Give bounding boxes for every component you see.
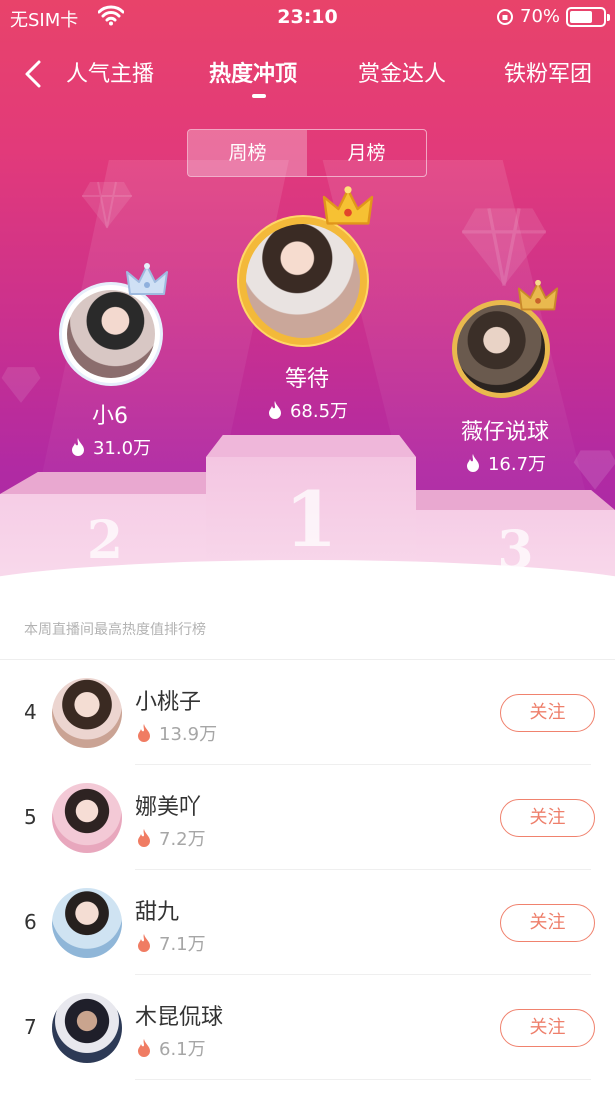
flame-icon xyxy=(138,724,150,742)
top3-name: 薇仔说球 xyxy=(460,420,549,445)
avatar[interactable] xyxy=(52,783,122,853)
crown-icon xyxy=(322,186,374,225)
heat-value: 13.9万 xyxy=(135,720,217,746)
anchor-name: 甜九 xyxy=(135,900,180,925)
rotation-lock-icon xyxy=(497,9,513,25)
avatar xyxy=(457,305,545,393)
avatar[interactable] xyxy=(52,993,122,1063)
status-bar: 无SIM卡 23:10 70% xyxy=(0,0,615,36)
top2-entry[interactable]: 小6 31.0万 xyxy=(40,263,180,460)
follow-button[interactable]: 关注 xyxy=(500,694,595,732)
battery-icon xyxy=(566,7,610,27)
flame-icon xyxy=(138,829,150,847)
anchor-name: 木昆侃球 xyxy=(135,1005,224,1030)
follow-button[interactable]: 关注 xyxy=(500,1009,595,1047)
heat-value: 6.1万 xyxy=(135,1035,206,1061)
chevron-left-icon[interactable] xyxy=(20,56,50,92)
ranking-description: 本周直播间最高热度值排行榜 xyxy=(24,622,206,638)
list-item[interactable]: 6 甜九 7.1万 关注 xyxy=(0,870,615,975)
avatar xyxy=(67,290,155,378)
hero-banner: 无SIM卡 23:10 70% 人气主播 热度冲顶 赏金达人 铁粉军团 周榜 月 xyxy=(0,0,615,600)
heat-value: 7.1万 xyxy=(135,930,206,956)
period-toggle: 周榜 月榜 xyxy=(187,129,427,177)
top-nav: 人气主播 热度冲顶 赏金达人 铁粉军团 xyxy=(0,50,615,100)
rank-number: 6 xyxy=(24,910,37,934)
curved-divider xyxy=(0,560,615,600)
rank-number: 5 xyxy=(24,805,37,829)
flame-icon xyxy=(268,401,281,419)
toggle-monthly[interactable]: 月榜 xyxy=(307,130,426,176)
rank-number: 7 xyxy=(24,1015,37,1039)
top1-entry[interactable]: 等待 68.5万 xyxy=(232,186,382,425)
podium-first-number: 1 xyxy=(284,475,338,564)
heat-value: 7.2万 xyxy=(135,825,206,851)
top3-entry[interactable]: 薇仔说球 16.7万 xyxy=(430,279,580,480)
top2-heat: 31.0万 xyxy=(40,434,180,460)
divider xyxy=(135,1079,591,1080)
crown-icon xyxy=(517,279,559,311)
tab-heat-top[interactable]: 热度冲顶 xyxy=(209,56,297,88)
list-item[interactable]: 4 小桃子 13.9万 关注 xyxy=(0,660,615,765)
top2-name: 小6 xyxy=(92,404,128,429)
diamond-decoration-icon xyxy=(1,367,41,403)
flame-icon xyxy=(138,1039,150,1057)
tab-iron-fans[interactable]: 铁粉军团 xyxy=(504,56,592,88)
flame-icon xyxy=(71,438,84,456)
follow-button[interactable]: 关注 xyxy=(500,904,595,942)
anchor-name: 小桃子 xyxy=(135,690,202,715)
tab-popular-anchor[interactable]: 人气主播 xyxy=(66,56,154,88)
top3-heat: 16.7万 xyxy=(430,450,580,476)
tab-bounty-master[interactable]: 赏金达人 xyxy=(358,56,446,88)
top1-name: 等待 xyxy=(284,367,329,392)
list-item[interactable]: 7 木昆侃球 6.1万 关注 xyxy=(0,975,615,1080)
rank-number: 4 xyxy=(24,700,37,724)
avatar[interactable] xyxy=(52,888,122,958)
ranking-list: 4 小桃子 13.9万 关注 5 娜美吖 7.2万 关注 6 甜九 7.1万 关… xyxy=(0,660,615,1080)
active-tab-indicator xyxy=(252,94,266,98)
top1-heat: 68.5万 xyxy=(232,397,382,423)
crown-icon xyxy=(126,263,168,295)
battery-fill xyxy=(570,11,592,23)
anchor-name: 娜美吖 xyxy=(135,795,202,820)
diamond-decoration-icon xyxy=(462,208,546,286)
avatar[interactable] xyxy=(52,678,122,748)
flame-icon xyxy=(138,934,150,952)
avatar xyxy=(246,224,360,338)
diamond-decoration-icon xyxy=(82,181,132,229)
toggle-weekly[interactable]: 周榜 xyxy=(188,130,307,176)
list-item[interactable]: 5 娜美吖 7.2万 关注 xyxy=(0,765,615,870)
battery-percent: 70% xyxy=(520,6,561,27)
flame-icon xyxy=(466,454,479,472)
follow-button[interactable]: 关注 xyxy=(500,799,595,837)
